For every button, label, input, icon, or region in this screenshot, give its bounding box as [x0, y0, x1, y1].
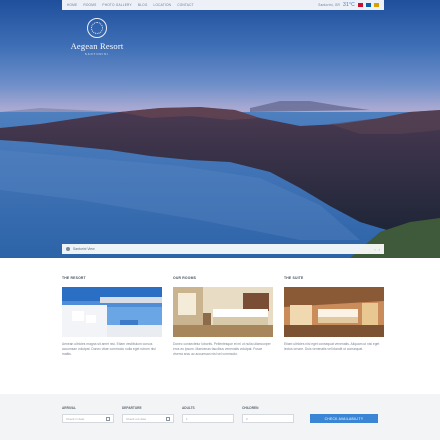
booking-bar: Arrival Check in date Departure Check ou… [0, 394, 440, 440]
feature-description: Etiam ultricies nisi eget consequat vene… [284, 342, 380, 352]
check-availability-button[interactable]: Check Availability [310, 414, 378, 423]
flag-icon-3[interactable] [374, 3, 379, 7]
feature-suite: The Suite Etiam ultricies nisi eget cons… [284, 276, 384, 358]
feature-title[interactable]: The Resort [62, 276, 162, 280]
arrival-placeholder: Check in date [66, 416, 85, 421]
location-label: Santorini, GR [318, 3, 341, 7]
flag-icon-1[interactable] [358, 3, 363, 7]
nav-menu: Home Rooms Photo Gallery Blog Location C… [67, 3, 318, 7]
departure-label: Departure [122, 406, 142, 410]
prev-slide-icon[interactable]: ‹ [374, 247, 375, 252]
feature-description: Aenean ultricies magna sit amet nisi. Et… [62, 342, 156, 357]
feature-rooms: Our Rooms Donec consectetur lobortis. Pe… [173, 276, 273, 358]
feature-title[interactable]: The Suite [284, 276, 384, 280]
adults-label: Adults [182, 406, 195, 410]
children-select[interactable]: 0 [242, 414, 294, 423]
children-field-group: Children 0 [242, 406, 294, 423]
departure-placeholder: Check out date [126, 416, 147, 421]
resort-photo[interactable] [62, 287, 162, 337]
children-value: 0 [246, 416, 248, 421]
temperature-readout: 31°C [343, 2, 355, 8]
nav-item-location[interactable]: Location [154, 3, 172, 7]
brand-tagline: SANTORINI [84, 52, 110, 56]
next-slide-icon[interactable]: › [379, 247, 380, 252]
adults-select[interactable]: 1 [182, 414, 234, 423]
departure-field-group: Departure Check out date [122, 406, 174, 423]
hero-banner: Home Rooms Photo Gallery Blog Location C… [0, 0, 440, 258]
booking-form: Arrival Check in date Departure Check ou… [62, 406, 384, 423]
feature-title[interactable]: Our Rooms [173, 276, 273, 280]
top-navigation: Home Rooms Photo Gallery Blog Location C… [62, 0, 384, 10]
slide-caption: Santorini View [73, 247, 95, 251]
brand-name: Aegean Resort [70, 41, 124, 51]
weather-and-language: Santorini, GR 31°C [318, 2, 379, 8]
nav-item-photo-gallery[interactable]: Photo Gallery [102, 3, 131, 7]
arrival-date-input[interactable]: Check in date [62, 414, 114, 423]
nav-item-rooms[interactable]: Rooms [83, 3, 96, 7]
arrival-field-group: Arrival Check in date [62, 406, 114, 423]
feature-description: Donec consectetur lobortis. Pellentesque… [173, 342, 271, 357]
adults-value: 1 [186, 416, 188, 421]
feature-resort: The Resort Aenean ultricies magna sit am… [62, 276, 162, 358]
slide-caption-bar: Santorini View ‹ › [62, 244, 384, 254]
logo-emblem-icon [87, 18, 107, 38]
children-label: Children [242, 406, 259, 410]
nav-item-contact[interactable]: Contact [177, 3, 194, 7]
brand-logo[interactable]: Aegean Resort SANTORINI [62, 18, 132, 56]
features-section: The Resort Aenean ultricies magna sit am… [62, 276, 384, 358]
suite-photo[interactable] [284, 287, 384, 337]
flag-icon-2[interactable] [366, 3, 371, 7]
camera-icon [66, 247, 70, 251]
calendar-icon[interactable] [166, 416, 170, 421]
calendar-icon[interactable] [106, 416, 110, 421]
adults-field-group: Adults 1 [182, 406, 234, 423]
rooms-photo[interactable] [173, 287, 273, 337]
departure-date-input[interactable]: Check out date [122, 414, 174, 423]
nav-item-home[interactable]: Home [67, 3, 77, 7]
nav-item-blog[interactable]: Blog [138, 3, 148, 7]
arrival-label: Arrival [62, 406, 76, 410]
